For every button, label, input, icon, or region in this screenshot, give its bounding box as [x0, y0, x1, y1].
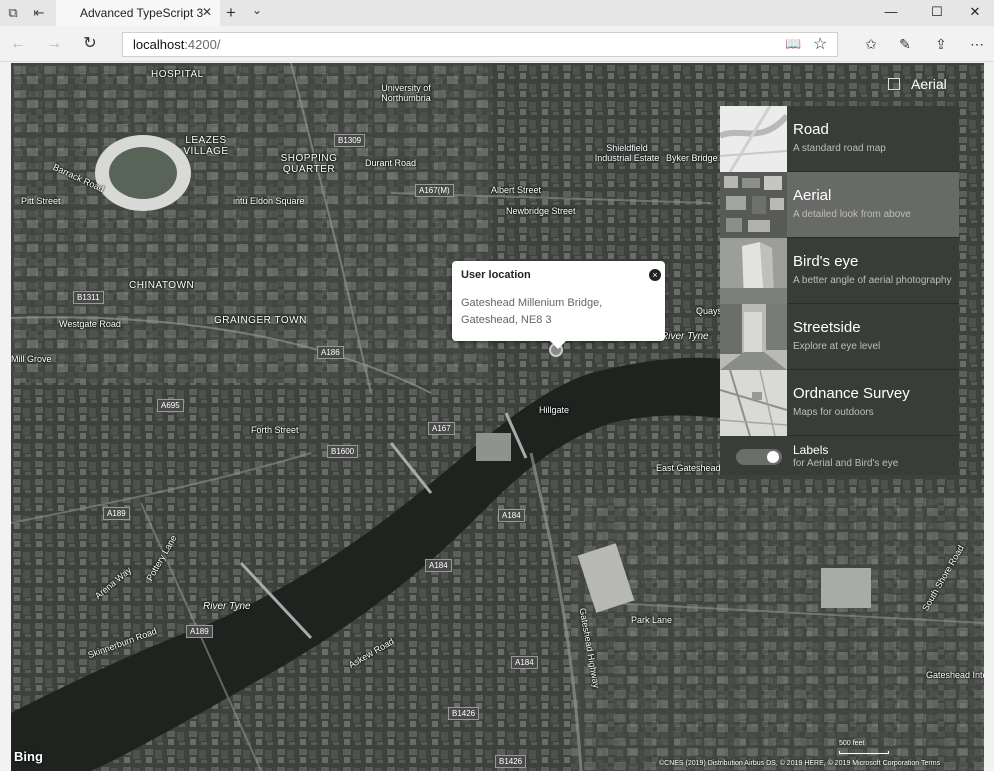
tab-list-chevron-icon[interactable]: ⌄ — [252, 3, 262, 17]
close-window-button[interactable]: ✕ — [966, 4, 984, 20]
address-bar[interactable]: localhost:4200/ 📖 ☆ — [122, 32, 838, 57]
user-location-infobox: User location × Gateshead Millenium Brid… — [452, 261, 665, 349]
tab-title: Advanced TypeScript 3 — [80, 6, 204, 20]
road-badge: B1426 — [495, 755, 527, 768]
style-name: Bird's eye — [793, 253, 859, 270]
style-desc: A better angle of aerial photography — [793, 275, 952, 286]
notes-pen-icon[interactable]: ✎ — [894, 34, 916, 54]
more-icon[interactable]: ⋯ — [966, 34, 988, 54]
map-label-shieldfield: Shieldfield Industrial Estate — [594, 143, 660, 163]
infobox-title: User location — [461, 269, 531, 281]
map-label-eldon-square: intu Eldon Square — [233, 196, 305, 206]
style-option-birds-eye[interactable]: Bird's eye A better angle of aerial phot… — [720, 238, 959, 304]
streetside-thumbnail-icon — [720, 304, 787, 370]
share-icon[interactable]: ⇪ — [930, 34, 952, 54]
road-badge: A184 — [425, 559, 452, 572]
map-label-byker-bridge: Byker Bridge — [666, 153, 718, 163]
road-badge: A186 — [317, 346, 344, 359]
map-label-hospital: HOSPITAL — [151, 69, 204, 80]
style-desc: A detailed look from above — [793, 209, 911, 220]
labels-toggle-switch[interactable] — [736, 449, 782, 465]
maximize-button[interactable]: ☐ — [928, 4, 946, 20]
road-badge: A189 — [103, 507, 130, 520]
labels-toggle-knob — [767, 451, 779, 463]
style-option-ordnance-survey[interactable]: Ordnance Survey Maps for outdoors — [720, 370, 959, 436]
road-thumbnail-icon — [720, 106, 787, 172]
infobox-address-line1: Gateshead Millenium Bridge, — [461, 297, 603, 309]
style-desc: Explore at eye level — [793, 341, 881, 352]
style-name: Aerial — [793, 187, 832, 204]
map-style-icon — [888, 78, 900, 90]
map-label-university: University of Northumbria — [381, 83, 431, 103]
bing-logo[interactable]: Bing — [14, 749, 43, 764]
map-label-newbridge-street: Newbridge Street — [506, 206, 576, 216]
scale-bar — [839, 751, 889, 754]
set-aside-tabs-icon[interactable]: ⧉ — [4, 4, 22, 22]
map-label-hillgate: Hillgate — [539, 405, 570, 415]
style-name: Streetside — [793, 319, 861, 336]
road-badge: A695 — [157, 399, 184, 412]
tab-close-icon[interactable]: ✕ — [202, 5, 212, 19]
ordnance-survey-thumbnail-icon — [720, 370, 787, 436]
map-style-toggle[interactable]: Aerial — [881, 73, 966, 95]
style-desc: Maps for outdoors — [793, 407, 874, 418]
map-label-chinatown: CHINATOWN — [129, 280, 195, 291]
map-label-durant-road: Durant Road — [365, 158, 417, 168]
navigation-bar: ← → ↻ localhost:4200/ 📖 ☆ ✩ ✎ ⇪ ⋯ — [0, 26, 994, 62]
back-button[interactable]: ← — [8, 34, 28, 54]
style-name: Road — [793, 121, 829, 138]
forward-button[interactable]: → — [44, 34, 64, 54]
tabs-aside-icon[interactable]: ⇤ — [30, 4, 48, 22]
new-tab-button[interactable]: + — [226, 3, 236, 23]
reading-view-icon[interactable]: 📖 — [785, 36, 801, 52]
favorites-icon[interactable]: ✩ — [860, 34, 882, 54]
map-view[interactable]: HOSPITAL University of Northumbria LEAZE… — [11, 63, 984, 771]
map-label-river-tyne-2: River Tyne — [203, 601, 251, 612]
road-badge: A184 — [511, 656, 538, 669]
map-label-westgate-road: Westgate Road — [59, 319, 121, 329]
favorite-star-icon[interactable]: ☆ — [813, 34, 827, 54]
tab-active[interactable]: Advanced TypeScript 3 ✕ — [56, 0, 220, 26]
map-label-grainger-town: GRAINGER TOWN — [214, 315, 307, 326]
road-badge: A189 — [186, 625, 213, 638]
map-label-river-tyne-1: River Tyne — [661, 331, 709, 342]
infobox-pointer — [550, 341, 566, 349]
aerial-thumbnail-icon — [720, 172, 787, 238]
road-badge: B1600 — [327, 445, 359, 458]
road-badge: B1309 — [334, 134, 366, 147]
map-label-mill-grove: Mill Grove — [11, 354, 52, 364]
minimize-button[interactable]: — — [882, 4, 900, 19]
labels-toggle-row: Labels for Aerial and Bird's eye — [720, 439, 959, 475]
copyright-text: ©CNES (2019) Distribution Airbus DS, © 2… — [659, 760, 941, 767]
map-label-albert-street: Albert Street — [491, 185, 542, 195]
labels-desc: for Aerial and Bird's eye — [793, 458, 899, 469]
infobox-close-icon[interactable]: × — [649, 269, 661, 281]
style-desc: A standard road map — [793, 143, 886, 154]
road-badge: A184 — [498, 509, 525, 522]
road-badge: B1311 — [73, 291, 104, 304]
map-style-panel: Road A standard road map Aerial A detail… — [720, 106, 959, 475]
map-label-forth-street: Forth Street — [251, 425, 299, 435]
road-badge: B1426 — [448, 707, 480, 720]
map-label-leazes: LEAZES VILLAGE — [183, 135, 229, 157]
road-badge: A167 — [428, 422, 455, 435]
map-label-park-lane: Park Lane — [631, 615, 673, 625]
map-style-current: Aerial — [911, 76, 947, 92]
url-text: localhost:4200/ — [133, 37, 221, 52]
scale-bar-label: 500 feet — [839, 740, 865, 747]
style-name: Ordnance Survey — [793, 385, 910, 402]
map-label-shopping-quarter: SHOPPING QUARTER — [280, 153, 338, 175]
style-option-road[interactable]: Road A standard road map — [720, 106, 959, 172]
style-option-streetside[interactable]: Streetside Explore at eye level — [720, 304, 959, 370]
birds-eye-thumbnail-icon — [720, 238, 787, 304]
style-option-aerial[interactable]: Aerial A detailed look from above — [720, 172, 959, 238]
map-label-gateshead-inter: Gateshead Inter — [926, 670, 984, 680]
labels-title: Labels — [793, 443, 829, 457]
map-label-pitt-street: Pitt Street — [21, 196, 61, 206]
infobox-address-line2: Gateshead, NE8 3 — [461, 314, 552, 326]
tab-bar: ⧉ ⇤ Advanced TypeScript 3 ✕ + ⌄ — ☐ ✕ — [0, 0, 994, 26]
road-badge: A167(M) — [415, 184, 454, 197]
refresh-button[interactable]: ↻ — [80, 34, 100, 54]
